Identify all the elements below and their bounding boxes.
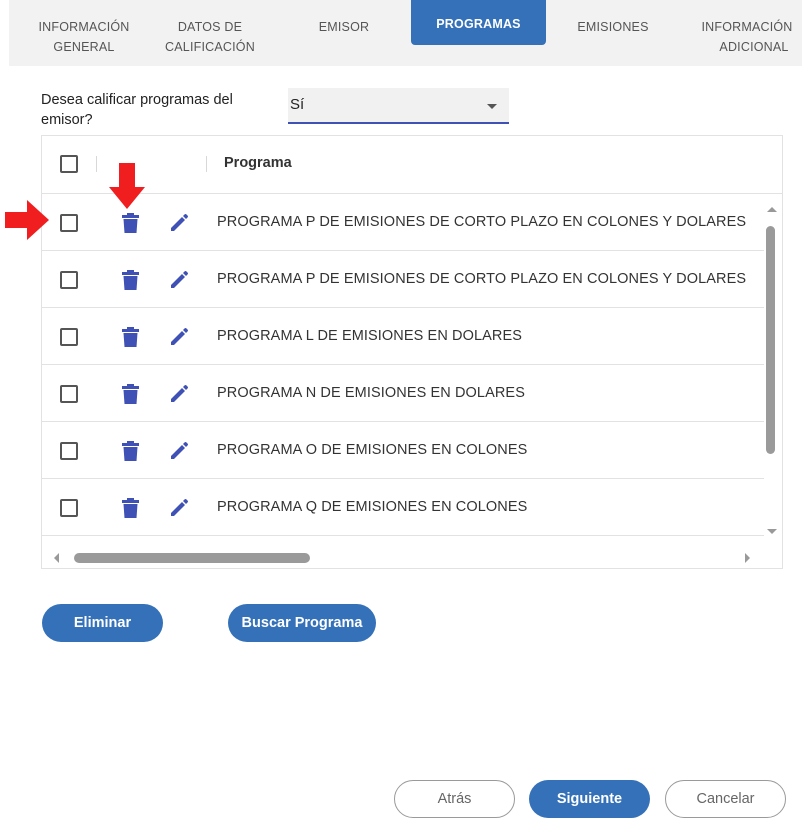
scroll-down-icon[interactable]	[767, 529, 777, 534]
program-name: PROGRAMA N DE EMISIONES EN DOLARES	[217, 385, 525, 401]
horizontal-scrollbar[interactable]	[42, 548, 762, 568]
pencil-icon[interactable]	[169, 327, 189, 347]
grid-header: Programa	[42, 136, 782, 194]
column-header-programa: Programa	[224, 155, 292, 171]
tab-informacion-adicional[interactable]: INFORMACIÓN ADICIONAL	[690, 0, 802, 66]
vertical-scrollbar[interactable]	[763, 194, 782, 538]
tab-label: CALIFICACIÓN	[165, 40, 255, 54]
tab-bar: INFORMACIÓN GENERAL DATOS DE CALIFICACIÓN …	[9, 0, 802, 66]
atras-button[interactable]: Atrás	[394, 780, 515, 818]
program-name: PROGRAMA O DE EMISIONES EN COLONES	[217, 442, 528, 458]
trash-icon[interactable]	[122, 270, 139, 290]
trash-icon[interactable]	[122, 213, 139, 233]
pencil-icon[interactable]	[169, 384, 189, 404]
tab-label: INFORMACIÓN	[701, 20, 793, 34]
calificar-programas-label: Desea calificar programas del emisor?	[41, 92, 233, 128]
tab-label: INFORMACIÓN	[38, 20, 130, 34]
row-checkbox[interactable]	[60, 214, 78, 232]
table-row[interactable]: PROGRAMA N DE EMISIONES EN DOLARES	[42, 365, 764, 422]
trash-icon[interactable]	[122, 498, 139, 518]
tab-emisiones[interactable]: EMISIONES	[565, 0, 661, 66]
tab-label: EMISIONES	[577, 20, 649, 34]
scroll-up-icon[interactable]	[767, 207, 777, 212]
trash-icon[interactable]	[122, 384, 139, 404]
trash-icon[interactable]	[122, 441, 139, 461]
row-checkbox[interactable]	[60, 385, 78, 403]
tab-informacion-general[interactable]: INFORMACIÓN GENERAL	[13, 0, 155, 66]
table-row[interactable]: PROGRAMA P DE EMISIONES DE CORTO PLAZO E…	[42, 194, 764, 251]
scroll-left-icon[interactable]	[54, 553, 59, 563]
program-name: PROGRAMA L DE EMISIONES EN DOLARES	[217, 328, 523, 344]
select-value: Sí	[290, 96, 305, 113]
siguiente-button[interactable]: Siguiente	[529, 780, 650, 818]
tab-label: GENERAL	[53, 40, 115, 54]
select-all-checkbox[interactable]	[60, 155, 78, 173]
row-checkbox[interactable]	[60, 442, 78, 460]
red-arrow-right-icon	[5, 200, 49, 240]
program-name: PROGRAMA Q DE EMISIONES EN COLONES	[217, 499, 528, 515]
pencil-icon[interactable]	[169, 270, 189, 290]
tab-label: EMISOR	[318, 20, 370, 34]
scroll-right-icon[interactable]	[745, 553, 750, 563]
chevron-down-icon	[487, 104, 497, 109]
column-separator	[206, 156, 207, 172]
programas-grid: Programa PROGRAMA P DE EMISIONES DE CORT…	[41, 135, 783, 569]
calificar-programas-select[interactable]: Sí	[288, 88, 509, 124]
cancelar-button[interactable]: Cancelar	[665, 780, 786, 818]
tab-label: DATOS DE	[177, 20, 243, 34]
trash-icon[interactable]	[122, 327, 139, 347]
eliminar-button[interactable]: Eliminar	[42, 604, 163, 642]
table-row[interactable]: PROGRAMA P DE EMISIONES DE CORTO PLAZO E…	[42, 251, 764, 308]
table-row[interactable]: PROGRAMA Q DE EMISIONES EN COLONES	[42, 479, 764, 536]
tab-label: ADICIONAL	[719, 40, 789, 54]
table-row[interactable]: PROGRAMA L DE EMISIONES EN DOLARES	[42, 308, 764, 365]
tab-label: PROGRAMAS	[436, 17, 521, 31]
pencil-icon[interactable]	[169, 213, 189, 233]
tab-datos-de-calificacion[interactable]: DATOS DE CALIFICACIÓN	[149, 0, 271, 66]
row-checkbox[interactable]	[60, 328, 78, 346]
column-separator	[96, 156, 97, 172]
program-name: PROGRAMA P DE EMISIONES DE CORTO PLAZO E…	[217, 214, 747, 230]
row-checkbox[interactable]	[60, 499, 78, 517]
pencil-icon[interactable]	[169, 441, 189, 461]
table-row[interactable]: PROGRAMA O DE EMISIONES EN COLONES	[42, 422, 764, 479]
buscar-programa-button[interactable]: Buscar Programa	[228, 604, 376, 642]
row-checkbox[interactable]	[60, 271, 78, 289]
tab-programas[interactable]: PROGRAMAS	[411, 0, 546, 45]
vertical-scroll-thumb[interactable]	[766, 226, 775, 454]
red-arrow-down-icon	[109, 163, 145, 209]
program-name: PROGRAMA P DE EMISIONES DE CORTO PLAZO E…	[217, 271, 747, 287]
pencil-icon[interactable]	[169, 498, 189, 518]
tab-emisor[interactable]: EMISOR	[295, 0, 393, 66]
horizontal-scroll-thumb[interactable]	[74, 553, 310, 563]
